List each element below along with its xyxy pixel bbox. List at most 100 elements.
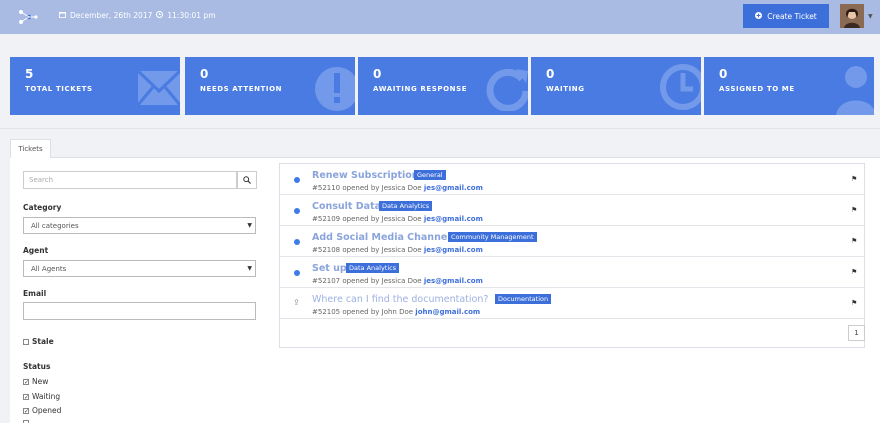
- status-label: Status: [23, 362, 51, 371]
- stat-card-assigned-to-me[interactable]: 0 ASSIGNED TO ME: [704, 57, 874, 115]
- envelope-icon: [136, 69, 180, 106]
- stat-value: 0: [719, 67, 728, 81]
- ticket-opened-by: opened by Jessica Doe: [342, 246, 422, 254]
- ticket-email[interactable]: jes@gmail.com: [424, 184, 483, 192]
- status-opened-label: Opened: [32, 406, 62, 415]
- check-icon[interactable]: ✓: [23, 378, 29, 385]
- stat-label: NEEDS ATTENTION: [200, 85, 283, 93]
- clock-icon: [156, 11, 164, 20]
- create-ticket-button[interactable]: Create Ticket: [743, 4, 829, 28]
- ticket-opened-by: opened by Jessica Doe: [342, 184, 422, 192]
- ticket-number: #52107: [312, 277, 341, 285]
- check-icon[interactable]: ✓: [23, 407, 29, 414]
- time-text: 11:30:01 pm: [167, 11, 216, 20]
- ticket-row[interactable]: Add Social Media Channels Community Mana…: [280, 226, 864, 257]
- ticket-title[interactable]: Where can I find the documentation?: [312, 294, 488, 305]
- ticket-tag[interactable]: General: [414, 170, 446, 180]
- stale-label: Stale: [32, 337, 54, 346]
- status-new-label: New: [32, 377, 49, 386]
- ticket-tag[interactable]: Community Management: [448, 232, 537, 242]
- stat-label: WAITING: [546, 85, 585, 93]
- search-button[interactable]: [237, 171, 257, 189]
- stat-card-awaiting-response[interactable]: 0 AWAITING RESPONSE: [358, 57, 528, 115]
- ticket-opened-by: opened by John Doe: [342, 308, 414, 316]
- avatar[interactable]: [840, 4, 864, 28]
- ticket-title[interactable]: Set up: [312, 263, 347, 274]
- status-waiting-label: Waiting: [32, 392, 61, 401]
- category-select[interactable]: All categories ▼: [23, 217, 256, 234]
- stat-card-total[interactable]: 5 TOTAL TICKETS: [10, 57, 180, 115]
- search-input[interactable]: Search: [23, 171, 237, 189]
- ticket-number: #52105: [312, 308, 341, 316]
- check-icon[interactable]: ✓: [23, 393, 29, 400]
- ticket-number: #52109: [312, 215, 341, 223]
- top-bar: December, 26th 2017 11:30:01 pm Create T…: [0, 0, 880, 34]
- category-label: Category: [23, 203, 62, 212]
- divider: [0, 128, 880, 129]
- refresh-icon: [486, 68, 528, 111]
- flag-icon[interactable]: ⚑: [851, 175, 857, 183]
- unread-dot-icon: [294, 270, 300, 276]
- chevron-down-icon: ▼: [247, 265, 252, 272]
- unread-dot-icon: [294, 239, 300, 245]
- ticket-title[interactable]: Consult Data: [312, 201, 381, 212]
- clock-icon: [660, 64, 701, 110]
- ticket-opened-by: opened by Jessica Doe: [342, 215, 422, 223]
- ticket-row[interactable]: ⇪ Where can I find the documentation? Do…: [280, 288, 864, 319]
- ticket-number: #52110: [312, 184, 341, 192]
- flag-icon[interactable]: ⚑: [851, 206, 857, 214]
- status-new-checkbox[interactable]: ✓ New: [23, 377, 48, 386]
- ticket-email[interactable]: jes@gmail.com: [424, 215, 483, 223]
- category-value: All categories: [31, 221, 79, 230]
- chevron-down-icon: ▼: [247, 222, 252, 229]
- stat-value: 0: [373, 67, 382, 81]
- stat-value: 0: [546, 67, 555, 81]
- ticket-row[interactable]: Set up Data Analytics #52107 opened by J…: [280, 257, 864, 288]
- ticket-meta: #52110 opened by Jessica Doe jes@gmail.c…: [312, 184, 483, 192]
- chevron-down-icon[interactable]: ▼: [868, 13, 873, 20]
- calendar-icon: [59, 11, 66, 20]
- stat-value: 0: [200, 67, 209, 81]
- stat-card-waiting[interactable]: 0 WAITING: [531, 57, 701, 115]
- ticket-email[interactable]: john@gmail.com: [415, 308, 480, 316]
- email-field[interactable]: [23, 302, 256, 320]
- flag-icon[interactable]: ⚑: [851, 268, 857, 276]
- flag-icon[interactable]: ⚑: [851, 299, 857, 307]
- search-icon: [243, 176, 251, 184]
- stat-label: AWAITING RESPONSE: [373, 85, 468, 93]
- ticket-row[interactable]: Consult Data Data Analytics #52109 opene…: [280, 195, 864, 226]
- stale-checkbox[interactable]: Stale: [23, 337, 54, 346]
- user-icon: [836, 66, 874, 115]
- flag-icon[interactable]: ⚑: [851, 237, 857, 245]
- agent-value: All Agents: [31, 264, 67, 273]
- ticket-meta: #52107 opened by Jessica Doe jes@gmail.c…: [312, 277, 483, 285]
- logo[interactable]: [17, 6, 39, 28]
- ticket-tag[interactable]: Documentation: [495, 294, 552, 304]
- ticket-list: Renew Subscription General #52110 opened…: [279, 163, 865, 348]
- ticket-title[interactable]: Renew Subscription: [312, 170, 419, 181]
- ticket-email[interactable]: jes@gmail.com: [424, 246, 483, 254]
- status-opened-checkbox[interactable]: ✓ Opened: [23, 406, 61, 415]
- ticket-title[interactable]: Add Social Media Channels: [312, 232, 456, 243]
- date-text: December, 26th 2017: [70, 11, 153, 20]
- plus-circle-icon: [755, 11, 763, 21]
- ticket-row[interactable]: Renew Subscription General #52110 opened…: [280, 164, 864, 195]
- stat-card-needs-attention[interactable]: 0 NEEDS ATTENTION: [185, 57, 355, 115]
- date-time: December, 26th 2017 11:30:01 pm: [59, 11, 216, 20]
- ticket-meta: #52105 opened by John Doe john@gmail.com: [312, 308, 480, 316]
- unread-dot-icon: [294, 177, 300, 183]
- status-waiting-checkbox[interactable]: ✓ Waiting: [23, 392, 60, 401]
- agent-select[interactable]: All Agents ▼: [23, 260, 256, 277]
- ticket-tag[interactable]: Data Analytics: [379, 201, 433, 211]
- stat-label: ASSIGNED TO ME: [719, 85, 795, 93]
- upload-icon: ⇪: [293, 298, 300, 307]
- pagination-page-1[interactable]: 1: [848, 325, 865, 341]
- exclamation-icon: [315, 67, 355, 111]
- checkbox-box[interactable]: [23, 338, 29, 345]
- ticket-tag[interactable]: Data Analytics: [346, 263, 400, 273]
- unread-dot-icon: [294, 208, 300, 214]
- ticket-email[interactable]: jes@gmail.com: [424, 277, 483, 285]
- ticket-opened-by: opened by Jessica Doe: [342, 277, 422, 285]
- ticket-meta: #52109 opened by Jessica Doe jes@gmail.c…: [312, 215, 483, 223]
- tab-tickets[interactable]: Tickets: [10, 139, 51, 158]
